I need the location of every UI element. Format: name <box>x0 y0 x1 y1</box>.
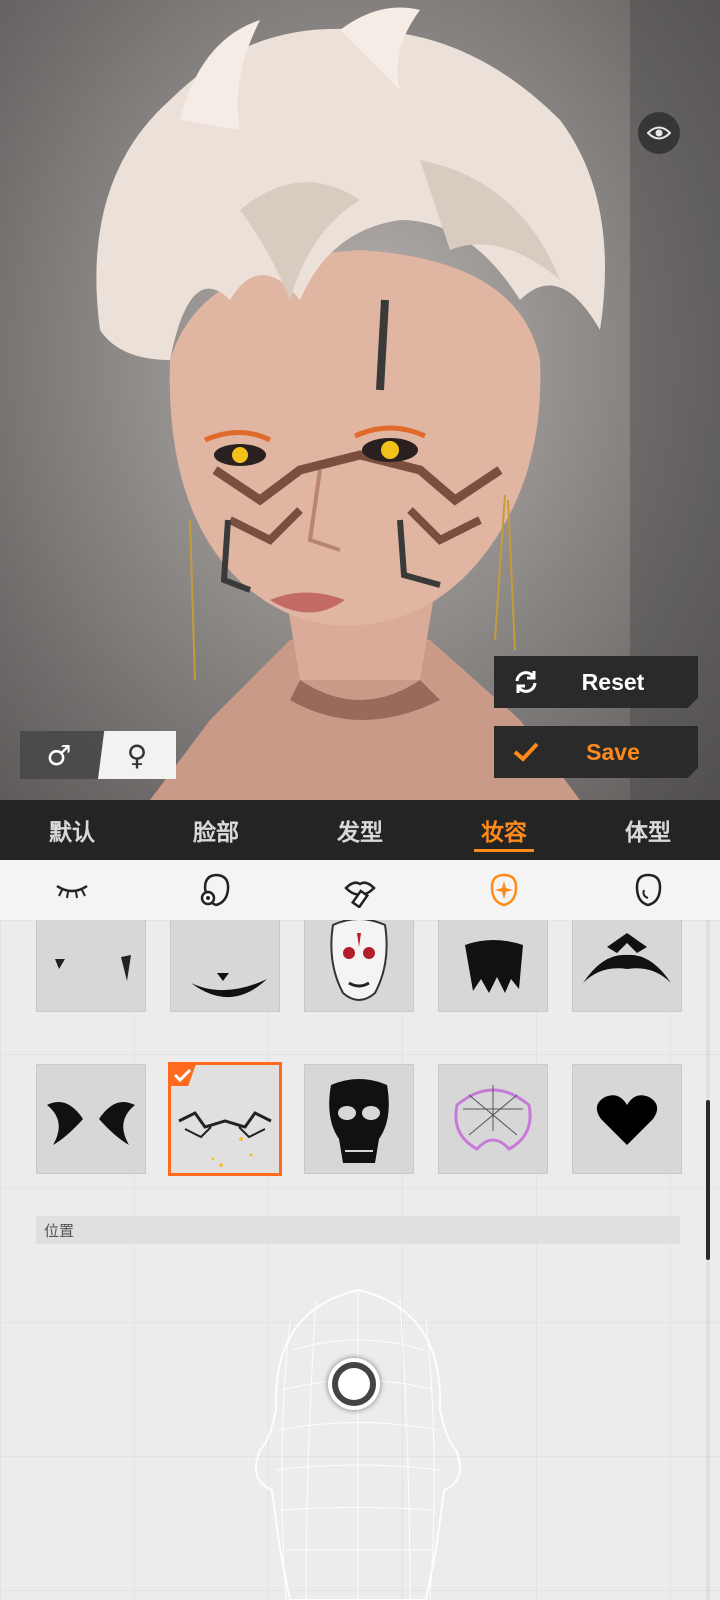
reset-label: Reset <box>581 668 645 695</box>
makeup-preview <box>329 1079 389 1163</box>
save-label: Save <box>586 738 640 765</box>
subtab-face-outline[interactable] <box>576 860 720 920</box>
makeup-option-heart[interactable] <box>572 1064 682 1174</box>
lipstick-icon <box>344 881 376 908</box>
makeup-preview <box>191 973 267 998</box>
makeup-option-smile-mouth[interactable] <box>170 920 280 1012</box>
tab-label: 妆容 <box>481 820 527 846</box>
male-button[interactable]: ♂ <box>20 731 98 779</box>
position-editor[interactable] <box>36 1250 680 1600</box>
reset-button[interactable]: Reset <box>494 656 698 708</box>
position-section-header: 位置 <box>36 1216 680 1244</box>
position-handle[interactable] <box>328 1358 380 1410</box>
tab-label: 体型 <box>625 820 671 846</box>
tab-default[interactable]: 默认 <box>0 800 144 860</box>
face-outline-icon <box>635 873 662 907</box>
tab-body[interactable]: 体型 <box>576 800 720 860</box>
category-tabs: 默认 脸部 发型 妆容 体型 <box>0 800 720 860</box>
makeup-option-kitsune-mask[interactable] <box>304 920 414 1012</box>
makeup-preview <box>55 955 131 981</box>
makeup-option-spiderweb-mask[interactable] <box>438 1064 548 1174</box>
makeup-content[interactable]: 位置 <box>0 920 720 1600</box>
makeup-option-skull-mask[interactable] <box>304 1064 414 1174</box>
makeup-preview <box>596 1095 658 1145</box>
face-makeup-icon <box>200 873 230 907</box>
position-section-label: 位置 <box>44 1222 75 1240</box>
eyelash-icon <box>56 884 88 899</box>
character-viewport[interactable]: Reset Save ♂ ♀ <box>0 0 720 800</box>
makeup-option-tribal-eyes[interactable] <box>36 1064 146 1174</box>
makeup-preview <box>454 1085 532 1151</box>
female-icon: ♀ <box>126 738 148 772</box>
tab-label: 发型 <box>337 820 383 846</box>
makeup-preview <box>583 933 671 983</box>
head-wireframe <box>255 1288 461 1600</box>
makeup-subtabs <box>0 860 720 920</box>
refresh-icon <box>494 669 558 695</box>
tab-makeup[interactable]: 妆容 <box>432 800 576 860</box>
tab-label: 脸部 <box>193 820 239 846</box>
makeup-option-drip-jaw[interactable] <box>438 920 548 1012</box>
makeup-preview <box>330 920 388 1001</box>
save-button[interactable]: Save <box>494 726 698 778</box>
face-paint-icon <box>490 873 518 907</box>
scroll-track <box>706 920 710 1600</box>
tab-label: 默认 <box>49 820 95 846</box>
subtab-face-makeup[interactable] <box>144 860 288 920</box>
visibility-toggle[interactable] <box>638 112 680 154</box>
male-icon: ♂ <box>46 738 72 772</box>
subtab-eyelash[interactable] <box>0 860 144 920</box>
subtab-face-paint[interactable] <box>432 860 576 920</box>
subtab-lipstick[interactable] <box>288 860 432 920</box>
makeup-option-cyber-lines[interactable] <box>168 1062 282 1176</box>
makeup-option-tribal-crown[interactable] <box>572 920 682 1012</box>
tab-hairstyle[interactable]: 发型 <box>288 800 432 860</box>
eye-icon <box>647 126 671 140</box>
makeup-option-fang-marks[interactable] <box>36 920 146 1012</box>
makeup-preview <box>47 1102 135 1145</box>
check-icon <box>494 741 558 763</box>
tab-face[interactable]: 脸部 <box>144 800 288 860</box>
check-icon <box>173 1068 192 1083</box>
makeup-preview <box>465 940 523 993</box>
gender-selector: ♂ ♀ <box>20 731 176 779</box>
scrollbar-thumb[interactable] <box>706 1100 710 1260</box>
female-button[interactable]: ♀ <box>98 731 176 779</box>
